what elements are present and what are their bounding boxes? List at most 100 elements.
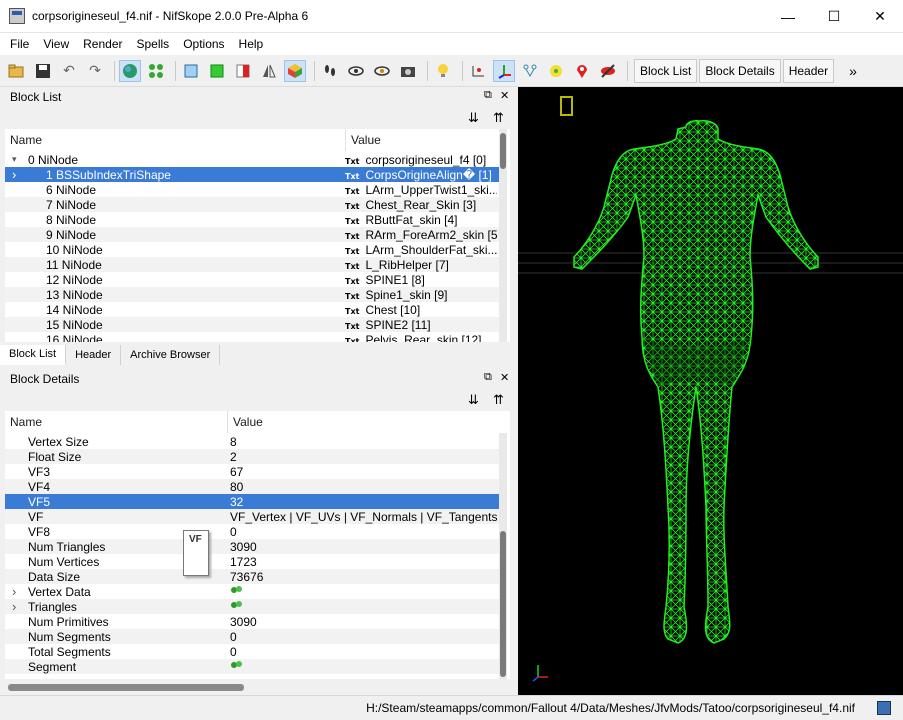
eye-edit-icon[interactable] bbox=[371, 60, 393, 82]
detail-row[interactable]: VF3 67 bbox=[5, 464, 499, 479]
txt-badge-icon: Txt bbox=[345, 201, 360, 211]
axis-icon[interactable] bbox=[493, 59, 515, 82]
detail-row[interactable]: Float Size 2 bbox=[5, 449, 499, 464]
flip-icon[interactable] bbox=[258, 60, 280, 82]
value-text: 3090 bbox=[230, 614, 257, 629]
open-icon[interactable] bbox=[6, 60, 28, 82]
render-viewport[interactable] bbox=[518, 87, 903, 695]
column-header-name[interactable]: Name bbox=[5, 411, 227, 433]
nodes-icon[interactable] bbox=[145, 60, 167, 82]
column-header-value[interactable]: Value bbox=[227, 411, 505, 433]
close-button[interactable]: ✕ bbox=[857, 0, 903, 33]
tree-row[interactable]: 15 NiNode Txt SPINE2 [11] bbox=[5, 317, 499, 332]
scrollbar-thumb[interactable] bbox=[500, 531, 506, 677]
save-icon[interactable] bbox=[32, 60, 54, 82]
tree-row[interactable]: › 1 BSSubIndexTriShape Txt CorpsOrigineAlig… bbox=[5, 167, 499, 182]
dock-close-icon[interactable]: ✕ bbox=[500, 89, 509, 102]
block-list-scrollbar[interactable] bbox=[499, 129, 507, 342]
tree-row[interactable]: 16 NiNode Txt Pelvis_Rear_skin [12] bbox=[5, 332, 499, 343]
sphere-icon[interactable] bbox=[119, 59, 141, 82]
dock-close-icon[interactable]: ✕ bbox=[500, 371, 509, 384]
lightbulb-icon[interactable] bbox=[432, 60, 454, 82]
block-list-toggle[interactable]: Block List bbox=[634, 58, 698, 83]
column-header-name[interactable]: Name bbox=[5, 129, 345, 151]
detail-row[interactable]: VF4 80 bbox=[5, 479, 499, 494]
tree-row[interactable]: 6 NiNode Txt LArm_UpperTwist1_ski... bbox=[5, 182, 499, 197]
float-icon[interactable]: ⧉ bbox=[484, 89, 492, 102]
expand-arrow-icon[interactable]: › bbox=[12, 584, 16, 599]
eye-icon[interactable] bbox=[345, 60, 367, 82]
spell-icon[interactable] bbox=[230, 585, 244, 599]
menu-view[interactable]: View bbox=[36, 37, 76, 51]
detail-row[interactable]: Total Segments 0 bbox=[5, 644, 499, 659]
tree-row[interactable]: 10 NiNode Txt LArm_ShoulderFat_ski... bbox=[5, 242, 499, 257]
tab-header[interactable]: Header bbox=[66, 345, 122, 365]
cell-value: Txt L_RibHelper [7] bbox=[345, 258, 497, 272]
detail-row[interactable]: Num Segments 0 bbox=[5, 629, 499, 644]
menu-spells[interactable]: Spells bbox=[130, 37, 177, 51]
toolbar-separator bbox=[462, 60, 463, 81]
toolbar-separator bbox=[175, 60, 176, 81]
detail-row[interactable]: Num Vertices 1723 bbox=[5, 554, 499, 569]
expand-arrow-icon[interactable]: › bbox=[12, 599, 16, 614]
menu-file[interactable]: File bbox=[3, 37, 36, 51]
toolbar-overflow-icon[interactable]: » bbox=[842, 60, 864, 82]
tab-block-list[interactable]: Block List bbox=[0, 345, 67, 365]
detail-row[interactable]: Segment bbox=[5, 659, 499, 674]
redo-icon[interactable]: ↷ bbox=[84, 60, 106, 82]
tree-row[interactable]: 13 NiNode Txt Spine1_skin [9] bbox=[5, 287, 499, 302]
tree-row[interactable]: 9 NiNode Txt RArm_ForeArm2_skin [5] bbox=[5, 227, 499, 242]
footprints-icon[interactable] bbox=[319, 60, 341, 82]
tab-archive-browser[interactable]: Archive Browser bbox=[121, 345, 221, 365]
tree-row[interactable]: 7 NiNode Txt Chest_Rear_Skin [3] bbox=[5, 197, 499, 212]
column-header-value[interactable]: Value bbox=[345, 129, 505, 151]
detail-row[interactable]: Num Triangles 3090 bbox=[5, 539, 499, 554]
axis-red-icon[interactable] bbox=[467, 60, 489, 82]
cube-color-icon[interactable] bbox=[284, 59, 306, 82]
block-list-tree[interactable]: Name Value ▾ 0 NiNode Txt corpsorigineseul_… bbox=[5, 129, 510, 342]
scrollbar-thumb[interactable] bbox=[500, 133, 506, 169]
block-details-tree[interactable]: Name Value Vertex Size 8 Float Size 2 VF3 67 V… bbox=[5, 411, 510, 679]
header-toggle[interactable]: Header bbox=[782, 58, 835, 83]
minimize-button[interactable]: — bbox=[765, 0, 811, 33]
collapse-all-icon[interactable]: ⇊ bbox=[468, 392, 479, 408]
tree-row[interactable]: 14 NiNode Txt Chest [10] bbox=[5, 302, 499, 317]
spell-icon[interactable] bbox=[230, 660, 244, 674]
detail-row[interactable]: VF5 32 bbox=[5, 494, 499, 509]
detail-row[interactable]: › Triangles bbox=[5, 599, 499, 614]
expand-all-icon[interactable]: ⇈ bbox=[493, 110, 504, 126]
bone-icon[interactable] bbox=[519, 60, 541, 82]
menu-help[interactable]: Help bbox=[232, 37, 271, 51]
detail-row[interactable]: VF VF_Vertex | VF_UVs | VF_Normals | VF_T… bbox=[5, 509, 499, 524]
detail-row[interactable]: Vertex Size 8 bbox=[5, 434, 499, 449]
undo-icon[interactable]: ↶ bbox=[58, 60, 80, 82]
block-details-scrollbar[interactable] bbox=[499, 433, 507, 679]
maximize-button[interactable]: ☐ bbox=[811, 0, 857, 33]
collapse-all-icon[interactable]: ⇊ bbox=[468, 110, 479, 126]
cube-green-icon[interactable] bbox=[206, 60, 228, 82]
tree-row[interactable]: 12 NiNode Txt SPINE1 [8] bbox=[5, 272, 499, 287]
horizontal-scrollbar-thumb[interactable] bbox=[8, 684, 244, 691]
expand-all-icon[interactable]: ⇈ bbox=[493, 392, 504, 408]
cube-blue-icon[interactable] bbox=[180, 60, 202, 82]
tree-row[interactable]: 8 NiNode Txt RButtFat_skin [4] bbox=[5, 212, 499, 227]
camera-icon[interactable] bbox=[397, 60, 419, 82]
collapse-arrow-icon[interactable]: ▾ bbox=[12, 154, 17, 165]
tree-row[interactable]: ▾ 0 NiNode Txt corpsorigineseul_f4 [0] bbox=[5, 152, 499, 167]
target-icon[interactable] bbox=[545, 60, 567, 82]
location-pin-icon[interactable] bbox=[571, 60, 593, 82]
detail-row[interactable]: Num Primitives 3090 bbox=[5, 614, 499, 629]
cube-red-icon[interactable] bbox=[232, 60, 254, 82]
value-text: LArm_UpperTwist1_ski... bbox=[365, 182, 497, 197]
detail-row[interactable]: Data Size 73676 bbox=[5, 569, 499, 584]
menu-options[interactable]: Options bbox=[176, 37, 231, 51]
hidden-eye-icon[interactable] bbox=[597, 60, 619, 82]
detail-row[interactable]: › Vertex Data bbox=[5, 584, 499, 599]
expand-arrow-icon[interactable]: › bbox=[12, 167, 16, 182]
spell-icon[interactable] bbox=[230, 600, 244, 614]
menu-render[interactable]: Render bbox=[76, 37, 129, 51]
block-details-toggle[interactable]: Block Details bbox=[699, 58, 781, 83]
float-icon[interactable]: ⧉ bbox=[484, 371, 492, 384]
tree-row[interactable]: 11 NiNode Txt L_RibHelper [7] bbox=[5, 257, 499, 272]
detail-row[interactable]: VF8 0 bbox=[5, 524, 499, 539]
